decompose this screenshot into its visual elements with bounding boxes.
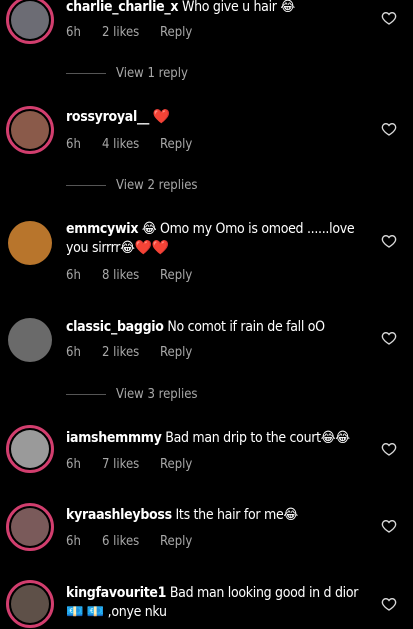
- view-replies[interactable]: View 1 reply: [66, 66, 188, 81]
- comment-body: ❤️: [152, 109, 170, 125]
- divider: [66, 394, 106, 395]
- comment-body: Its the hair for me😂: [175, 507, 299, 523]
- heart-icon[interactable]: [381, 121, 397, 137]
- comment-text: iamshemmmy Bad man drip to the court😂😂: [66, 429, 366, 448]
- likes-count[interactable]: 6 likes: [102, 534, 160, 549]
- username[interactable]: kingfavourite1: [66, 585, 166, 601]
- reply-button[interactable]: Reply: [160, 534, 192, 549]
- comment-text: charlie_charlie_x Who give u hair 😂: [66, 0, 366, 17]
- avatar[interactable]: [6, 580, 54, 628]
- reply-button[interactable]: Reply: [160, 345, 192, 360]
- comment-meta: 6h 6 likes Reply: [66, 534, 192, 549]
- timestamp: 6h: [66, 137, 81, 152]
- heart-icon[interactable]: [381, 441, 397, 457]
- view-replies[interactable]: View 3 replies: [66, 387, 198, 402]
- likes-count[interactable]: 4 likes: [102, 137, 160, 152]
- comment-meta: 6h 7 likes Reply: [66, 457, 192, 472]
- username[interactable]: emmcywix: [66, 221, 138, 237]
- heart-icon[interactable]: [381, 10, 397, 26]
- likes-count[interactable]: 2 likes: [102, 25, 160, 40]
- view-replies[interactable]: View 2 replies: [66, 178, 198, 193]
- likes-count[interactable]: 8 likes: [102, 268, 160, 283]
- comment-body: No comot if rain de fall oO: [167, 319, 325, 335]
- reply-button[interactable]: Reply: [160, 25, 192, 40]
- comment-meta: 6h 2 likes Reply: [66, 345, 192, 360]
- avatar[interactable]: [6, 425, 54, 473]
- comment-text: kyraashleyboss Its the hair for me😂: [66, 506, 366, 525]
- comment-text: emmcywix 😂 Omo my Omo is omoed ......lov…: [66, 220, 366, 258]
- likes-count[interactable]: 7 likes: [102, 457, 160, 472]
- reply-button[interactable]: Reply: [160, 457, 192, 472]
- heart-icon[interactable]: [381, 518, 397, 534]
- avatar[interactable]: [8, 318, 52, 362]
- heart-icon[interactable]: [381, 233, 397, 249]
- username[interactable]: rossyroyal__: [66, 109, 149, 125]
- reply-button[interactable]: Reply: [160, 137, 192, 152]
- avatar[interactable]: [6, 106, 54, 154]
- divider: [66, 73, 106, 74]
- avatar[interactable]: [6, 503, 54, 551]
- view-replies-label[interactable]: View 3 replies: [116, 387, 198, 402]
- timestamp: 6h: [66, 345, 81, 360]
- timestamp: 6h: [66, 534, 81, 549]
- comment-meta: 6h 4 likes Reply: [66, 137, 192, 152]
- timestamp: 6h: [66, 268, 81, 283]
- comment-meta: 6h 8 likes Reply: [66, 268, 192, 283]
- username[interactable]: kyraashleyboss: [66, 507, 172, 523]
- username[interactable]: iamshemmmy: [66, 430, 162, 446]
- timestamp: 6h: [66, 457, 81, 472]
- comment-body: Who give u hair 😂: [181, 0, 295, 15]
- view-replies-label[interactable]: View 2 replies: [116, 178, 198, 193]
- likes-count[interactable]: 2 likes: [102, 345, 160, 360]
- heart-icon[interactable]: [381, 596, 397, 612]
- comment-text: classic_baggio No comot if rain de fall …: [66, 318, 366, 337]
- comment-text: kingfavourite1 Bad man looking good in d…: [66, 584, 366, 622]
- username[interactable]: classic_baggio: [66, 319, 164, 335]
- avatar[interactable]: [8, 221, 52, 265]
- comment-text: rossyroyal__ ❤️: [66, 108, 366, 127]
- divider: [66, 185, 106, 186]
- comment-meta: 6h 2 likes Reply: [66, 25, 192, 40]
- avatar[interactable]: [6, 0, 54, 44]
- username[interactable]: charlie_charlie_x: [66, 0, 179, 15]
- comment-body: Bad man drip to the court😂😂: [165, 430, 350, 446]
- view-replies-label[interactable]: View 1 reply: [116, 66, 188, 81]
- timestamp: 6h: [66, 25, 81, 40]
- reply-button[interactable]: Reply: [160, 268, 192, 283]
- heart-icon[interactable]: [381, 330, 397, 346]
